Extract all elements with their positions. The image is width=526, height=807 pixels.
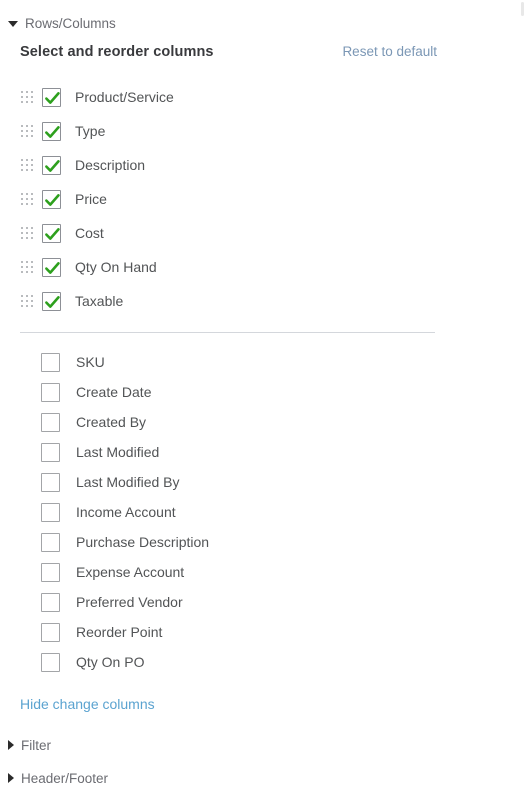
column-checkbox[interactable] xyxy=(41,442,60,462)
drag-handle-icon[interactable] xyxy=(20,192,34,206)
available-columns-list: SKU Create Date Created By Last Modified Las… xyxy=(0,347,526,677)
drag-handle-icon[interactable] xyxy=(20,158,34,172)
rows-columns-panel: Select and reorder columns Reset to defa… xyxy=(0,44,526,714)
drag-handle-icon[interactable] xyxy=(20,124,34,138)
column-checkbox[interactable] xyxy=(42,257,61,277)
column-label: Type xyxy=(75,123,106,139)
column-label: Cost xyxy=(75,225,104,241)
column-checkbox[interactable] xyxy=(41,622,60,642)
column-label: Qty On PO xyxy=(76,654,145,670)
column-label: Price xyxy=(75,191,107,207)
column-checkbox[interactable] xyxy=(41,592,60,612)
available-column-row[interactable]: Income Account xyxy=(0,497,526,527)
column-checkbox[interactable] xyxy=(41,562,60,582)
selected-column-row[interactable]: Product/Service xyxy=(0,80,526,114)
drag-handle-icon[interactable] xyxy=(20,294,34,308)
section-label-filter: Filter xyxy=(21,737,51,753)
column-label: SKU xyxy=(76,354,105,370)
available-column-row[interactable]: Purchase Description xyxy=(0,527,526,557)
available-column-row[interactable]: Last Modified By xyxy=(0,467,526,497)
chevron-down-icon xyxy=(8,21,18,27)
column-checkbox[interactable] xyxy=(42,121,61,141)
column-checkbox[interactable] xyxy=(42,87,61,107)
available-column-row[interactable]: Expense Account xyxy=(0,557,526,587)
chevron-right-icon xyxy=(8,740,14,750)
column-label: Last Modified xyxy=(76,444,160,460)
selected-column-row[interactable]: Cost xyxy=(0,216,526,250)
section-header-filter[interactable]: Filter xyxy=(0,733,51,757)
column-checkbox[interactable] xyxy=(41,502,60,522)
column-label: Created By xyxy=(76,414,147,430)
column-label: Product/Service xyxy=(75,89,174,105)
selected-column-row[interactable]: Type xyxy=(0,114,526,148)
selected-column-row[interactable]: Qty On Hand xyxy=(0,250,526,284)
section-label-header-footer: Header/Footer xyxy=(21,770,109,786)
column-checkbox[interactable] xyxy=(41,352,60,372)
chevron-right-icon xyxy=(8,773,14,783)
column-label: Taxable xyxy=(75,293,124,309)
panel-title-row: Select and reorder columns Reset to defa… xyxy=(0,44,526,68)
column-checkbox[interactable] xyxy=(42,155,61,175)
selected-column-row[interactable]: Description xyxy=(0,148,526,182)
column-label: Description xyxy=(75,157,146,173)
reset-to-default-link[interactable]: Reset to default xyxy=(342,44,437,59)
column-checkbox[interactable] xyxy=(41,472,60,492)
drag-handle-icon[interactable] xyxy=(20,260,34,274)
column-label: Qty On Hand xyxy=(75,259,157,275)
page-title: Select and reorder columns xyxy=(20,44,214,60)
section-label-rows-columns: Rows/Columns xyxy=(25,15,116,31)
section-header-rows-columns[interactable]: Rows/Columns xyxy=(0,11,116,35)
available-column-row[interactable]: Last Modified xyxy=(0,437,526,467)
column-label: Expense Account xyxy=(76,564,185,580)
column-checkbox[interactable] xyxy=(41,412,60,432)
column-label: Last Modified By xyxy=(76,474,180,490)
drag-handle-icon[interactable] xyxy=(20,90,34,104)
scrollbar-thumb[interactable] xyxy=(521,2,524,16)
column-checkbox[interactable] xyxy=(42,189,61,209)
column-label: Reorder Point xyxy=(76,624,163,640)
available-column-row[interactable]: Created By xyxy=(0,407,526,437)
column-label: Purchase Description xyxy=(76,534,210,550)
column-checkbox[interactable] xyxy=(42,223,61,243)
section-header-header-footer[interactable]: Header/Footer xyxy=(0,766,108,790)
column-checkbox[interactable] xyxy=(41,652,60,672)
available-column-row[interactable]: Qty On PO xyxy=(0,647,526,677)
available-column-row[interactable]: Preferred Vendor xyxy=(0,587,526,617)
selected-columns-list: Product/Service Type Description Price Cost Q… xyxy=(0,80,526,318)
column-checkbox[interactable] xyxy=(41,532,60,552)
column-checkbox[interactable] xyxy=(41,382,60,402)
selected-column-row[interactable]: Price xyxy=(0,182,526,216)
available-column-row[interactable]: Reorder Point xyxy=(0,617,526,647)
column-label: Preferred Vendor xyxy=(76,594,183,610)
column-label: Income Account xyxy=(76,504,176,520)
available-column-row[interactable]: SKU xyxy=(0,347,526,377)
column-label: Create Date xyxy=(76,384,152,400)
column-checkbox[interactable] xyxy=(42,291,61,311)
list-divider xyxy=(20,332,435,333)
selected-column-row[interactable]: Taxable xyxy=(0,284,526,318)
available-column-row[interactable]: Create Date xyxy=(0,377,526,407)
drag-handle-icon[interactable] xyxy=(20,226,34,240)
hide-change-columns-link[interactable]: Hide change columns xyxy=(0,696,155,712)
